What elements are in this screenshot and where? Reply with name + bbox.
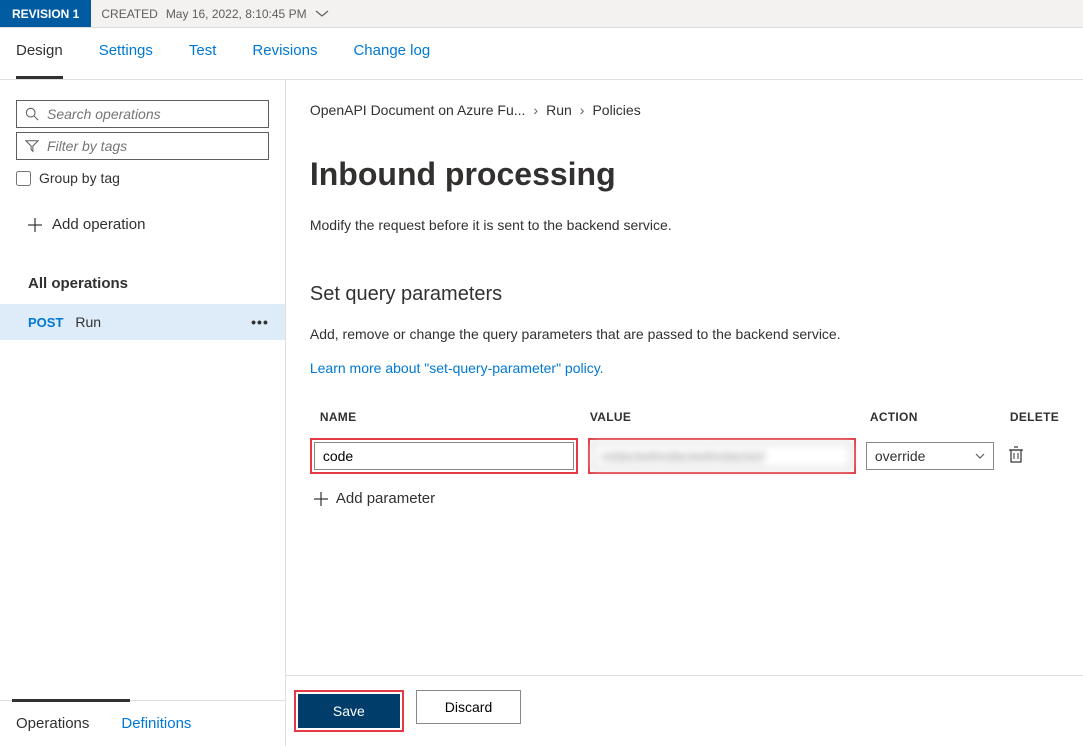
learn-more-link[interactable]: Learn more about "set-query-parameter" p… xyxy=(310,360,1059,376)
content-area: OpenAPI Document on Azure Fu... › Run › … xyxy=(286,80,1083,746)
chevron-down-icon xyxy=(315,10,329,18)
all-operations-label[interactable]: All operations xyxy=(0,263,285,304)
search-operations[interactable] xyxy=(16,100,269,128)
value-highlight xyxy=(588,438,856,474)
filter-input[interactable] xyxy=(47,138,260,154)
tab-revisions[interactable]: Revisions xyxy=(252,42,317,79)
group-by-label: Group by tag xyxy=(39,170,120,186)
table-row: override xyxy=(310,434,1059,478)
table-header: NAME VALUE ACTION DELETE xyxy=(310,400,1059,434)
section-title: Set query parameters xyxy=(310,283,1059,306)
chevron-down-icon xyxy=(975,453,985,459)
header-action: ACTION xyxy=(870,410,1010,424)
section-description: Add, remove or change the query paramete… xyxy=(310,326,1059,342)
group-by-checkbox[interactable] xyxy=(16,171,31,186)
header-name: NAME xyxy=(310,410,590,424)
breadcrumb: OpenAPI Document on Azure Fu... › Run › … xyxy=(310,102,1059,118)
breadcrumb-separator: › xyxy=(580,102,585,118)
tab-design[interactable]: Design xyxy=(16,42,63,79)
revision-created[interactable]: CREATED May 16, 2022, 8:10:45 PM xyxy=(91,7,338,21)
breadcrumb-item-policies: Policies xyxy=(592,102,640,118)
plus-icon xyxy=(314,492,328,506)
discard-button[interactable]: Discard xyxy=(416,690,521,724)
param-name-input[interactable] xyxy=(314,442,574,470)
created-label: CREATED xyxy=(101,7,157,21)
param-value-input[interactable] xyxy=(592,442,852,470)
sidebar-bottom-tabs: Operations Definitions xyxy=(0,700,285,746)
sidebar: Group by tag Add operation All operation… xyxy=(0,80,286,746)
header-value: VALUE xyxy=(590,410,870,424)
operation-item[interactable]: POST Run ••• xyxy=(0,304,285,340)
action-dropdown[interactable]: override xyxy=(866,442,994,470)
search-input[interactable] xyxy=(47,106,260,122)
bottom-tab-operations[interactable]: Operations xyxy=(0,701,105,746)
operation-method: POST xyxy=(28,315,63,330)
filter-by-tags[interactable] xyxy=(16,132,269,160)
trash-icon xyxy=(1008,446,1024,464)
name-highlight xyxy=(310,438,578,474)
parameter-table: NAME VALUE ACTION DELETE override xyxy=(310,400,1059,519)
add-operation-button[interactable]: Add operation xyxy=(0,206,285,243)
plus-icon xyxy=(28,218,42,232)
footer-buttons: Save Discard xyxy=(286,675,1083,746)
add-operation-label: Add operation xyxy=(52,216,145,233)
tab-settings[interactable]: Settings xyxy=(99,42,153,79)
add-parameter-button[interactable]: Add parameter xyxy=(310,478,1059,519)
filter-icon xyxy=(25,139,39,153)
bottom-tab-definitions[interactable]: Definitions xyxy=(105,701,207,746)
action-value: override xyxy=(875,448,926,464)
created-date: May 16, 2022, 8:10:45 PM xyxy=(166,7,307,21)
page-description: Modify the request before it is sent to … xyxy=(310,217,1059,233)
breadcrumb-separator: › xyxy=(533,102,538,118)
tab-test[interactable]: Test xyxy=(189,42,217,79)
operation-menu-icon[interactable]: ••• xyxy=(251,314,269,330)
top-tabs: Design Settings Test Revisions Change lo… xyxy=(0,28,1083,80)
save-highlight: Save xyxy=(294,690,404,732)
header-delete: DELETE xyxy=(1010,410,1059,424)
add-parameter-label: Add parameter xyxy=(336,490,435,507)
search-icon xyxy=(25,107,39,121)
revision-bar: REVISION 1 CREATED May 16, 2022, 8:10:45… xyxy=(0,0,1083,28)
breadcrumb-item-run[interactable]: Run xyxy=(546,102,572,118)
page-title: Inbound processing xyxy=(310,156,1059,193)
tab-changelog[interactable]: Change log xyxy=(353,42,430,79)
save-button[interactable]: Save xyxy=(298,694,400,728)
revision-badge: REVISION 1 xyxy=(0,0,91,27)
delete-button[interactable] xyxy=(1008,446,1024,467)
breadcrumb-item-api[interactable]: OpenAPI Document on Azure Fu... xyxy=(310,102,526,118)
group-by-tag[interactable]: Group by tag xyxy=(16,170,269,186)
operation-name: Run xyxy=(75,314,239,330)
